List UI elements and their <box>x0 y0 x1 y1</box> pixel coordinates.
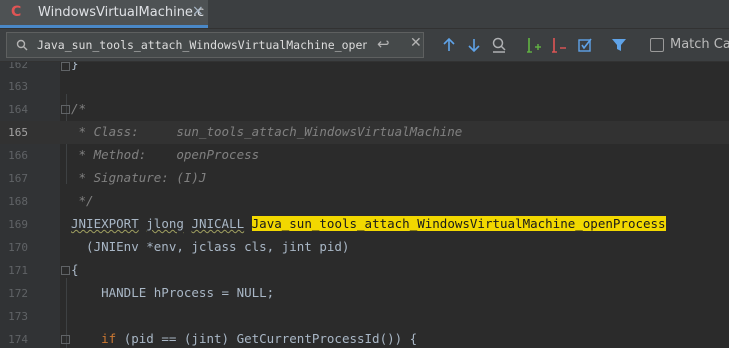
code-line: 173 <box>0 305 729 328</box>
comment-text: /* <box>71 101 87 116</box>
remove-occurrence-icon[interactable] <box>550 35 568 55</box>
code-token: JNICALL <box>191 216 245 231</box>
add-occurrence-icon[interactable] <box>525 35 543 55</box>
code-text: } <box>71 62 79 71</box>
line-number: 172 <box>8 287 28 300</box>
code-text: HANDLE hProcess = NULL; <box>71 285 275 300</box>
search-match-highlight: Java_sun_tools_attach_WindowsVirtualMach… <box>251 216 666 231</box>
line-number: 170 <box>8 241 28 254</box>
comment-text: * Signature: (I)J <box>71 170 207 185</box>
function-signature: JNIEXPORT jlong JNICALL Java_sun_tools_a… <box>71 216 666 231</box>
line-number: 166 <box>8 149 28 162</box>
code-line: 172 HANDLE hProcess = NULL; <box>0 282 729 305</box>
line-number: 173 <box>8 310 28 323</box>
line-number: 167 <box>8 172 28 185</box>
line-number: 163 <box>8 80 28 93</box>
code-line: 162 } <box>0 62 729 76</box>
fold-marker-icon[interactable] <box>61 266 70 275</box>
editor-tab-bar: C WindowsVirtualMachine.c × <box>0 0 729 28</box>
code-token: JNIEXPORT <box>71 216 139 231</box>
next-occurrence-icon[interactable] <box>465 35 483 55</box>
find-all-icon[interactable] <box>490 35 508 55</box>
search-field[interactable]: ↩ ✕ <box>6 32 424 58</box>
select-all-occurrences-icon[interactable] <box>576 35 594 55</box>
fold-marker-icon[interactable] <box>61 335 70 344</box>
line-number: 174 <box>8 333 28 346</box>
previous-occurrence-icon[interactable] <box>440 35 458 55</box>
line-number: 165 <box>8 126 28 139</box>
keyword-token: if <box>101 331 117 346</box>
comment-text: * Class: sun_tools_attach_WindowsVirtual… <box>71 124 463 139</box>
line-number: 171 <box>8 264 28 277</box>
filter-icon[interactable] <box>610 35 628 55</box>
code-text: { <box>71 262 79 277</box>
code-text: if (pid == (jint) GetCurrentProcessId())… <box>101 331 418 346</box>
close-tab-icon[interactable]: × <box>192 3 204 19</box>
fold-marker-icon[interactable] <box>61 105 70 114</box>
code-line: 170 (JNIEnv *env, jclass cls, jint pid) <box>0 236 729 259</box>
clear-search-icon[interactable]: ✕ <box>410 35 422 51</box>
c-file-icon: C <box>11 4 22 20</box>
fold-marker-icon[interactable] <box>61 62 70 71</box>
comment-text: * Method: openProcess <box>71 147 260 162</box>
search-icon[interactable] <box>16 39 28 51</box>
checkbox-box[interactable] <box>650 38 664 52</box>
code-line: 166 * Method: openProcess <box>0 144 729 167</box>
code-line: 171 { <box>0 259 729 282</box>
code-line: 168 */ <box>0 190 729 213</box>
code-editor[interactable]: 162 } 163 164 /* 165 * Class: sun_tools_… <box>0 62 729 348</box>
code-line: 164 /* <box>0 98 729 121</box>
new-line-icon[interactable]: ↩ <box>377 35 390 53</box>
code-line: 163 <box>0 75 729 98</box>
code-line-current: 165 * Class: sun_tools_attach_WindowsVir… <box>0 121 729 144</box>
code-token: jlong <box>146 216 184 231</box>
code-line: 174 if (pid == (jint) GetCurrentProcessI… <box>0 328 729 348</box>
search-input[interactable] <box>37 36 367 54</box>
comment-text: */ <box>71 193 94 208</box>
code-line: 169 JNIEXPORT jlong JNICALL Java_sun_too… <box>0 213 729 236</box>
code-line: 167 * Signature: (I)J <box>0 167 729 190</box>
line-number: 168 <box>8 195 28 208</box>
line-number: 164 <box>8 103 28 116</box>
tab-filename: WindowsVirtualMachine.c <box>38 5 205 20</box>
line-number: 169 <box>8 218 28 231</box>
code-text: (JNIEnv *env, jclass cls, jint pid) <box>71 239 350 254</box>
match-case-label: Match Case <box>670 37 729 52</box>
line-number: 162 <box>8 62 28 71</box>
file-tab[interactable]: C WindowsVirtualMachine.c × <box>0 0 208 28</box>
